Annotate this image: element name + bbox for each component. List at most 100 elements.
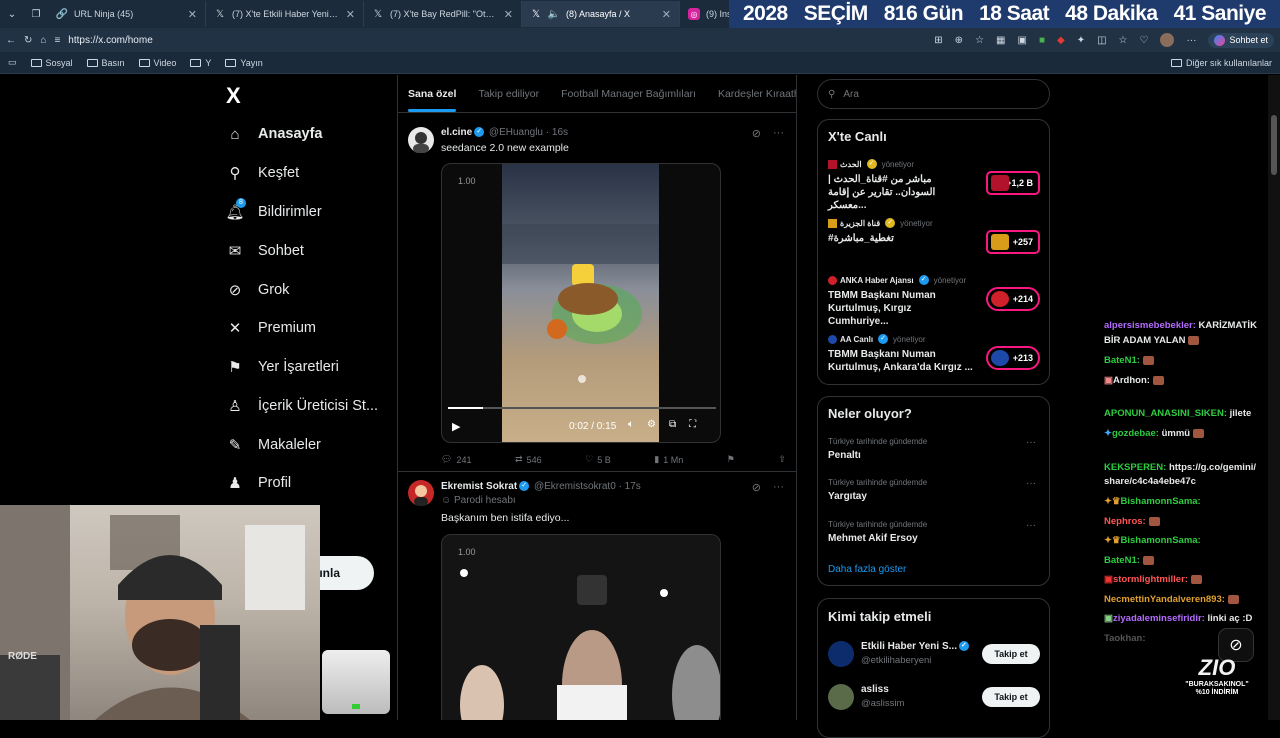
close-icon[interactable]: ✕	[346, 8, 355, 21]
follow-suggestion[interactable]: asliss @aslissim Takip et	[828, 682, 1040, 716]
live-listener-pill[interactable]: +214	[986, 287, 1040, 311]
live-item[interactable]: ANKA Haber Ajansı ✓ yönetiyor TBMM Başkanı…	[828, 275, 1040, 328]
extension-icon[interactable]: ▣	[1017, 35, 1026, 46]
nav-notifications[interactable]: 🔔︎ 8 Bildirimler	[225, 198, 322, 221]
search-input[interactable]: ⚲ Ara	[817, 79, 1050, 109]
trend-item[interactable]: Türkiye tarihinde gündemde Mehmet Akif E…	[828, 520, 1040, 544]
more-menu-icon[interactable]: ···	[1026, 478, 1036, 489]
avatar[interactable]	[408, 480, 434, 506]
browser-tab-active[interactable]: 𝕏 🔈 (8) Anasayfa / X ✕	[522, 1, 680, 27]
live-listener-pill[interactable]: +213	[986, 346, 1040, 370]
volume-icon[interactable]: 🔈︎	[628, 419, 634, 430]
follow-button[interactable]: Takip et	[982, 644, 1040, 664]
favorite-star-icon[interactable]: ☆	[975, 35, 984, 46]
reload-icon[interactable]: ↻	[24, 35, 32, 46]
tab-actions-chevron-icon[interactable]: ⌄	[0, 1, 24, 27]
pip-icon[interactable]: ⧉	[669, 419, 676, 430]
nav-profile[interactable]: ♟ Profil	[226, 474, 291, 492]
avatar[interactable]	[408, 127, 434, 153]
live-listener-pill[interactable]: +257	[986, 230, 1040, 254]
author-name[interactable]: el.cine	[441, 127, 472, 138]
extension-icon[interactable]: ▦	[996, 35, 1005, 46]
copilot-chat-button[interactable]: Sohbet et	[1208, 32, 1274, 48]
browser-tab[interactable]: 𝕏 (7) X'te Bay RedPill: "Otuzlarındaki ✕	[364, 1, 522, 27]
avatar[interactable]	[828, 684, 854, 710]
nav-grok[interactable]: ⊘ Grok	[226, 281, 290, 299]
nav-creator-studio[interactable]: ♙ İçerik Üreticisi St...	[226, 397, 378, 415]
nav-bookmarks[interactable]: ⚑ Yer İşaretleri	[226, 358, 339, 376]
more-menu-icon[interactable]: ···	[1026, 437, 1036, 448]
browser-tab[interactable]: 𝕏 (7) X'te Etkili Haber Yeni Sayfa: "Et …	[206, 1, 364, 27]
live-item[interactable]: قناة الجزيرة ✓ yönetiyor #تغطية_مباشرة +25…	[828, 218, 1040, 254]
live-listener-pill[interactable]: +1,2 B	[986, 171, 1040, 195]
bookmark-folder[interactable]: Video	[138, 58, 176, 68]
repost-button[interactable]: ⇄ 546	[515, 454, 542, 465]
nav-home[interactable]: ⌂ Anasayfa	[226, 125, 322, 143]
tweet-time[interactable]: 16s	[552, 127, 568, 138]
tab-following[interactable]: Takip ediliyor	[478, 88, 539, 100]
zoom-icon[interactable]: ⊕	[955, 35, 963, 46]
bookmark-folder[interactable]: Basın	[86, 58, 125, 68]
live-item[interactable]: AA Canlı ✓ yönetiyor TBMM Başkanı Numan Ku…	[828, 334, 1040, 374]
show-more-link[interactable]: Daha fazla göster	[828, 564, 906, 575]
speaker-icon[interactable]: 🔈	[548, 8, 560, 20]
author-handle[interactable]: @EHuanglu	[489, 127, 543, 138]
share-button[interactable]: ⇧	[778, 454, 786, 465]
tweet-time[interactable]: 17s	[625, 481, 641, 492]
tab-list-kardesler[interactable]: Kardeşler Kıraath	[718, 88, 796, 100]
more-menu-icon[interactable]: ···	[1186, 35, 1196, 46]
more-menu-icon[interactable]: ···	[773, 127, 784, 140]
nav-explore[interactable]: ⚲ Keşfet	[226, 164, 300, 182]
back-arrow-icon[interactable]: ←	[6, 35, 16, 46]
follow-button[interactable]: Takip et	[982, 687, 1040, 707]
settings-gear-icon[interactable]: ⚙	[647, 419, 656, 430]
workspaces-icon[interactable]: ❐	[24, 1, 48, 27]
video-progress-track[interactable]	[448, 407, 716, 409]
x-logo[interactable]: X	[226, 83, 241, 109]
tab-list-fm[interactable]: Football Manager Bağımlıları	[561, 88, 696, 100]
nav-articles[interactable]: ✎ Makaleler	[226, 436, 321, 454]
trend-item[interactable]: Türkiye tarihinde gündemde Penaltı ···	[828, 437, 1040, 461]
follow-suggestion[interactable]: Etkili Haber Yeni S... ✓ @etkilihaberyeni…	[828, 639, 1040, 673]
play-icon[interactable]: ▶	[452, 420, 460, 433]
close-icon[interactable]: ✕	[188, 8, 197, 21]
close-icon[interactable]: ✕	[504, 8, 513, 21]
author-handle[interactable]: @Ekremistsokrat0	[534, 481, 616, 492]
grok-icon[interactable]: ⊘	[752, 127, 761, 140]
reading-list-icon[interactable]: ▭	[8, 57, 17, 68]
bookmark-folder[interactable]: Sosyal	[30, 58, 73, 68]
split-screen-icon[interactable]: ◫	[1097, 35, 1106, 46]
video-player[interactable]: 1.00	[441, 534, 721, 720]
video-player[interactable]: 1.00 ▶ 0:02 / 0:15 🔈︎ ⚙ ⧉ ⛶	[441, 163, 721, 443]
tweet[interactable]: el.cine ✓ @EHuanglu · 16s ⊘ ··· seedance …	[398, 115, 796, 470]
bookmark-folder[interactable]: Y	[190, 58, 211, 68]
site-info-icon[interactable]: ≡	[54, 35, 60, 46]
grok-icon[interactable]: ⊘	[752, 481, 761, 494]
reply-button[interactable]: 💬︎ 241	[441, 454, 471, 465]
url-field[interactable]: https://x.com/home	[68, 35, 152, 46]
bookmark-folder[interactable]: Yayın	[225, 58, 263, 68]
scrollbar-thumb[interactable]	[1271, 115, 1277, 175]
translate-icon[interactable]: ⊞	[934, 35, 942, 46]
close-icon[interactable]: ✕	[662, 8, 671, 21]
fullscreen-icon[interactable]: ⛶	[689, 419, 696, 430]
avatar[interactable]	[828, 641, 854, 667]
home-icon[interactable]: ⌂	[40, 35, 46, 46]
other-bookmarks-folder[interactable]: Diğer sık kullanılanlar	[1170, 58, 1272, 68]
trend-item[interactable]: Türkiye tarihinde gündemde Yargıtay ···	[828, 478, 1040, 502]
extension-icon[interactable]: ■	[1039, 35, 1045, 46]
favorites-icon[interactable]: ☆	[1119, 35, 1128, 46]
live-item[interactable]: الحدث ✓ yönetiyor مباشر من #قناة_الحدث | ا…	[828, 159, 1040, 212]
more-menu-icon[interactable]: ···	[773, 481, 784, 494]
bookmark-button[interactable]: ⚑	[727, 454, 735, 465]
collections-icon[interactable]: ♡	[1140, 35, 1149, 46]
browser-tab[interactable]: 🔗 URL Ninja (45) ✕	[48, 1, 206, 27]
profile-avatar[interactable]	[1160, 33, 1175, 47]
views-button[interactable]: ▮ 1 Mn	[654, 454, 683, 465]
nav-chat[interactable]: ✉ Sohbet	[226, 242, 304, 260]
author-name[interactable]: Ekremist Sokrat	[441, 481, 517, 492]
tab-for-you[interactable]: Sana özel	[408, 88, 457, 112]
extensions-puzzle-icon[interactable]: ✦	[1077, 35, 1085, 46]
extension-icon[interactable]: ◆	[1057, 35, 1065, 46]
nav-premium[interactable]: ✕ Premium	[226, 319, 316, 337]
